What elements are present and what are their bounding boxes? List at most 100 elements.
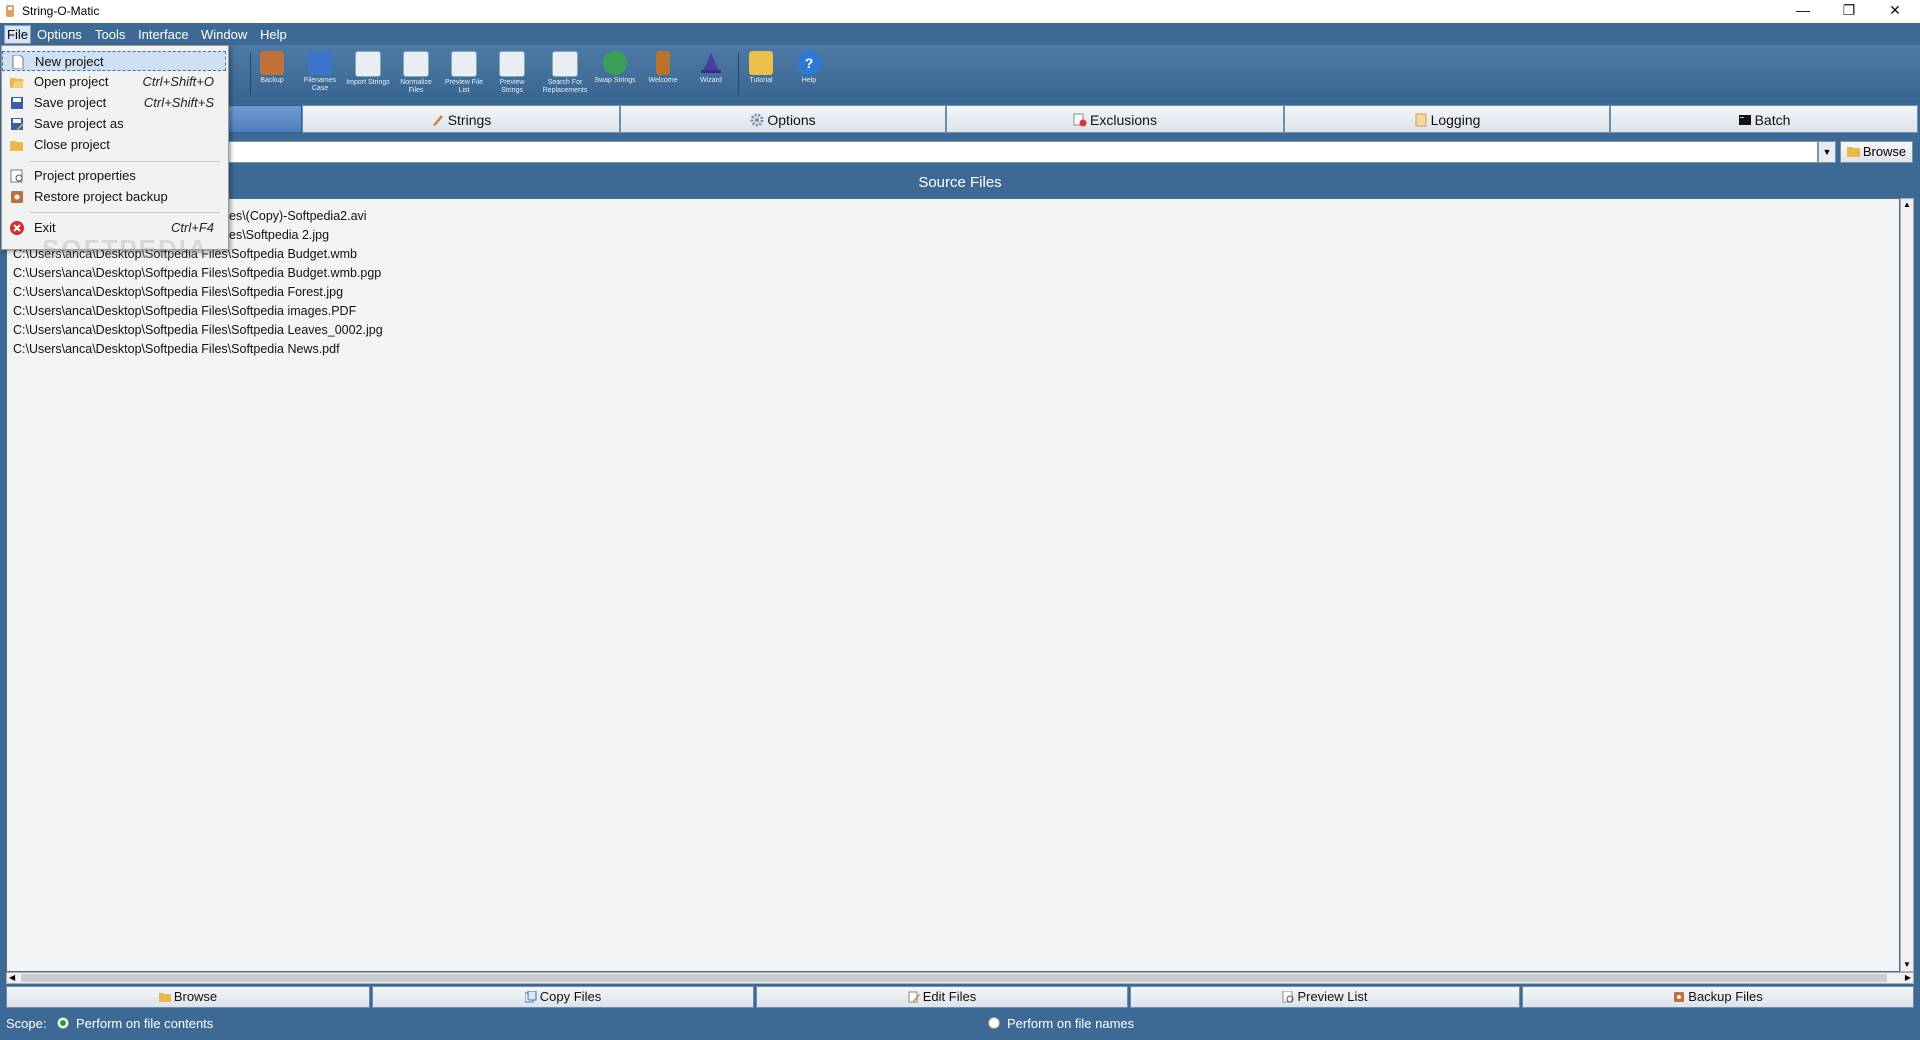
toolbar-backup-button[interactable]: Backup (249, 49, 295, 101)
menu-interface[interactable]: Interface (138, 27, 189, 42)
menu-window[interactable]: Window (201, 27, 247, 42)
scroll-down-icon[interactable]: ▼ (1901, 959, 1913, 971)
welcome-door-icon (656, 51, 670, 75)
browse-button-label: Browse (173, 989, 218, 1004)
app-icon (6, 5, 14, 17)
gear-icon (750, 113, 764, 127)
edit-files-button[interactable]: Edit Files (756, 986, 1128, 1008)
menu-item-save-project[interactable]: Save project Ctrl+Shift+S (2, 93, 226, 113)
toolbar-import-strings-button[interactable]: Import Strings (345, 49, 391, 101)
backup-files-button[interactable]: Backup Files (1522, 986, 1914, 1008)
tutorial-book-icon (749, 51, 773, 75)
toolbar-welcome-button[interactable]: Welcome (640, 49, 686, 101)
toolbar-label: Normalize Files (400, 79, 432, 94)
minimize-button[interactable]: — (1780, 0, 1826, 23)
tab-logging[interactable]: Logging (1284, 105, 1610, 133)
menu-help[interactable]: Help (260, 27, 287, 42)
menu-item-label: Close project (34, 137, 110, 152)
toolbar-label: Help (801, 77, 817, 84)
list-item[interactable]: es\Softpedia 2.jpg (229, 228, 329, 242)
menu-file[interactable]: File (4, 25, 31, 44)
copy-files-label: Copy Files (539, 989, 602, 1004)
menu-item-save-project-as[interactable]: Save project as (2, 114, 226, 134)
preview-strings-icon (499, 51, 525, 77)
menu-bar: File Options Tools Interface Window Help (0, 23, 1920, 45)
tab-options-label: Options (767, 112, 816, 128)
list-item[interactable]: C:\Users\anca\Desktop\Softpedia Files\So… (13, 304, 356, 318)
exit-icon (10, 221, 24, 235)
tab-exclusions-label: Exclusions (1090, 112, 1157, 128)
close-button[interactable]: ✕ (1872, 0, 1918, 23)
menu-item-label: Project properties (34, 168, 136, 183)
restore-button[interactable]: ❐ (1826, 0, 1872, 23)
toolbar: Backup Filenames Case Import Strings Nor… (0, 45, 1920, 104)
open-folder-icon (10, 78, 24, 88)
menu-item-open-project[interactable]: Open project Ctrl+Shift+O (2, 72, 226, 92)
preview-list-button[interactable]: Preview List (1130, 986, 1520, 1008)
menu-item-close-project[interactable]: Close project (2, 135, 226, 155)
scope-names-label[interactable]: Perform on file names (1007, 1016, 1134, 1031)
toolbar-normalize-files-button[interactable]: Normalize Files (393, 49, 439, 101)
scroll-right-icon[interactable]: ▶ (1905, 973, 1911, 982)
folder-icon (158, 993, 171, 1002)
toolbar-tutorial-button[interactable]: Tutorial (738, 49, 784, 101)
close-folder-icon (10, 141, 23, 151)
logging-icon (1415, 113, 1427, 127)
browse-path-button[interactable]: Browse (1840, 141, 1913, 163)
title-bar: String-O-Matic — ❐ ✕ (0, 0, 1920, 23)
scroll-thumb[interactable] (21, 974, 1887, 982)
toolbar-preview-strings-button[interactable]: Preview Strings (489, 49, 535, 101)
browse-button[interactable]: Browse (6, 986, 370, 1008)
tab-logging-label: Logging (1430, 112, 1481, 128)
toolbar-label: Preview File List (444, 79, 484, 94)
scope-names-radio[interactable] (988, 1017, 1000, 1029)
import-strings-icon (355, 51, 381, 77)
menu-tools[interactable]: Tools (95, 27, 125, 42)
menu-item-label: Save project as (34, 116, 124, 131)
copy-files-button[interactable]: Copy Files (372, 986, 754, 1008)
window-title: String-O-Matic (22, 4, 100, 18)
scroll-left-icon[interactable]: ◀ (9, 973, 15, 982)
toolbar-wizard-button[interactable]: Wizard (688, 49, 734, 101)
list-item[interactable]: C:\Users\anca\Desktop\Softpedia Files\So… (13, 323, 383, 337)
toolbar-swap-strings-button[interactable]: Swap Strings (592, 49, 638, 101)
toolbar-search-replacements-button[interactable]: Search For Replacements (540, 49, 590, 101)
edit-files-label: Edit Files (922, 989, 977, 1004)
save-as-icon (11, 118, 24, 130)
toolbar-preview-file-list-button[interactable]: Preview File List (441, 49, 487, 101)
tab-options[interactable]: Options (620, 105, 946, 133)
scope-contents-radio[interactable] (57, 1017, 69, 1029)
path-dropdown-button[interactable]: ▼ (1818, 141, 1836, 163)
menu-options[interactable]: Options (37, 27, 82, 42)
tab-files[interactable] (224, 105, 302, 133)
list-item[interactable]: C:\Users\anca\Desktop\Softpedia Files\So… (13, 266, 381, 280)
toolbar-label: Filenames Case (303, 77, 337, 92)
tab-exclusions[interactable]: Exclusions (946, 105, 1284, 133)
vertical-scrollbar[interactable]: ▲ ▼ (1900, 198, 1914, 972)
save-icon (11, 97, 23, 109)
toolbar-help-button[interactable]: ? Help (786, 49, 832, 101)
source-files-title: Source Files (918, 174, 1002, 191)
menu-item-label: New project (35, 54, 104, 69)
scroll-up-icon[interactable]: ▲ (1901, 199, 1913, 211)
toolbar-label: Backup (260, 77, 284, 84)
menu-item-new-project[interactable]: New project (2, 51, 226, 71)
list-item[interactable]: C:\Users\anca\Desktop\Softpedia Files\So… (13, 342, 340, 356)
chevron-down-icon: ▼ (1822, 147, 1832, 157)
menu-item-restore-project-backup[interactable]: Restore project backup (2, 187, 226, 207)
toolbar-filenames-case-button[interactable]: Filenames Case (297, 49, 343, 101)
source-path-input[interactable]: sktop\Softpedia Files (5, 141, 1818, 163)
list-item[interactable]: C:\Users\anca\Desktop\Softpedia Files\So… (13, 285, 343, 299)
list-item[interactable]: es\(Copy)-Softpedia2.avi (229, 209, 367, 223)
filenames-case-icon (308, 51, 332, 75)
backup-icon (1674, 992, 1685, 1002)
backup-files-label: Backup Files (1688, 989, 1763, 1004)
edit-icon (908, 991, 920, 1003)
source-files-list[interactable]: es\(Copy)-Softpedia2.avi es\Softpedia 2.… (6, 198, 1900, 972)
menu-item-project-properties[interactable]: Project properties (2, 166, 226, 186)
scope-contents-label[interactable]: Perform on file contents (76, 1016, 213, 1031)
tab-batch[interactable]: Batch (1610, 105, 1918, 133)
horizontal-scrollbar[interactable]: ◀ ▶ (6, 972, 1914, 984)
toolbar-label: Import Strings (346, 79, 390, 86)
tab-strings[interactable]: Strings (302, 105, 620, 133)
